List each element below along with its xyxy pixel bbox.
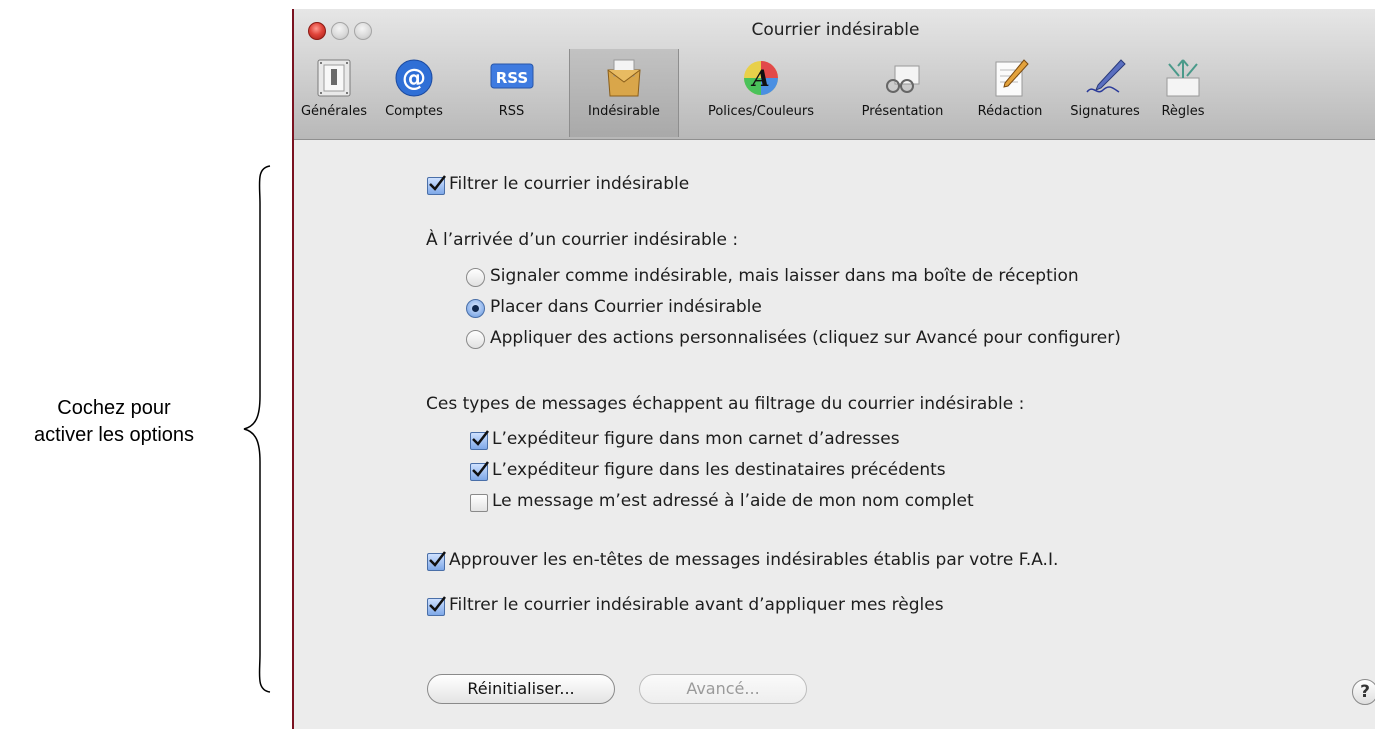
- enable-junk-filter-label: Filtrer le courrier indésirable: [449, 174, 690, 194]
- toolbar-label: Présentation: [861, 104, 944, 119]
- trust-isp-headers-checkbox[interactable]: [427, 551, 446, 571]
- toolbar-label: Générales: [300, 104, 367, 119]
- annotation-line-1: Cochez pour: [57, 397, 171, 419]
- svg-text:RSS: RSS: [495, 69, 527, 87]
- junk-mail-settings-panel: Filtrer le courrier indésirable À l’arri…: [294, 140, 1375, 729]
- switch-icon: [317, 59, 351, 97]
- toolbar-item-polices-couleurs[interactable]: A Polices/Couleurs: [677, 49, 845, 137]
- exempt-previous-recipients-label: L’expéditeur figure dans les destinatair…: [492, 460, 946, 480]
- toolbar-label: Rédaction: [977, 104, 1043, 119]
- at-sign-icon: @: [395, 59, 433, 97]
- color-wheel-icon: A: [744, 61, 778, 95]
- exempt-full-name-label: Le message m’est adressé à l’aide de mon…: [492, 491, 974, 511]
- arrival-option-mark-label: Signaler comme indésirable, mais laisser…: [490, 266, 1079, 286]
- junk-mail-icon: [607, 59, 641, 97]
- exempt-address-book-checkbox[interactable]: [470, 430, 489, 450]
- toolbar-item-signatures[interactable]: Signatures: [1060, 49, 1150, 137]
- svg-text:A: A: [750, 66, 769, 92]
- annotation-line-2: activer les options: [33, 424, 195, 446]
- curly-brace-icon: [243, 165, 271, 693]
- annotation-label: Cochez pour activer les options: [0, 395, 228, 449]
- advanced-button[interactable]: Avancé...: [639, 674, 807, 704]
- exempt-address-book-label: L’expéditeur figure dans mon carnet d’ad…: [492, 429, 900, 449]
- rules-arrows-icon: [1166, 59, 1200, 97]
- enable-junk-filter-checkbox[interactable]: [427, 175, 446, 195]
- arrival-option-move-label: Placer dans Courrier indésirable: [490, 297, 762, 317]
- arrival-option-move-radio[interactable]: [466, 299, 485, 318]
- pen-signature-icon: [1086, 59, 1126, 93]
- filter-before-rules-checkbox[interactable]: [427, 596, 446, 616]
- svg-text:@: @: [402, 64, 426, 92]
- toolbar-item-redaction[interactable]: Rédaction: [960, 49, 1060, 137]
- reset-button[interactable]: Réinitialiser...: [427, 674, 615, 704]
- arrival-option-custom-radio[interactable]: [466, 330, 485, 349]
- toolbar-item-generales[interactable]: Générales: [294, 49, 374, 137]
- toolbar-label: Signatures: [1070, 104, 1140, 119]
- toolbar-label: Polices/Couleurs: [707, 104, 815, 119]
- exempt-heading: Ces types de messages échappent au filtr…: [426, 394, 1025, 414]
- toolbar-label: Comptes: [385, 104, 443, 119]
- arrival-option-mark-radio[interactable]: [466, 268, 485, 287]
- help-button[interactable]: ?: [1352, 679, 1375, 705]
- toolbar-item-presentation[interactable]: Présentation: [845, 49, 960, 137]
- title-bar: Courrier indésirable Générales @ Comptes…: [294, 9, 1375, 140]
- toolbar-label: Indésirable: [588, 104, 660, 119]
- preferences-window: Courrier indésirable Générales @ Comptes…: [292, 9, 1375, 729]
- trust-isp-headers-label: Approuver les en-têtes de messages indés…: [449, 550, 1059, 570]
- exempt-full-name-checkbox[interactable]: [470, 494, 488, 512]
- filter-before-rules-label: Filtrer le courrier indésirable avant d’…: [449, 595, 944, 615]
- window-title: Courrier indésirable: [751, 20, 920, 40]
- toolbar-item-rss[interactable]: RSS RSS: [454, 49, 569, 137]
- arrival-option-custom-label: Appliquer des actions personnalisées (cl…: [490, 328, 1121, 348]
- toolbar-item-indesirable[interactable]: Indésirable: [569, 49, 679, 137]
- toolbar-item-regles[interactable]: Règles: [1150, 49, 1216, 137]
- exempt-previous-recipients-checkbox[interactable]: [470, 461, 489, 481]
- on-arrival-heading: À l’arrivée d’un courrier indésirable :: [426, 230, 739, 250]
- toolbar-label: RSS: [498, 104, 525, 119]
- rss-icon: RSS: [490, 63, 533, 89]
- glasses-icon: [885, 65, 919, 93]
- toolbar-label: Règles: [1161, 104, 1205, 119]
- pencil-note-icon: [995, 59, 1029, 97]
- toolbar-item-comptes[interactable]: @ Comptes: [374, 49, 454, 137]
